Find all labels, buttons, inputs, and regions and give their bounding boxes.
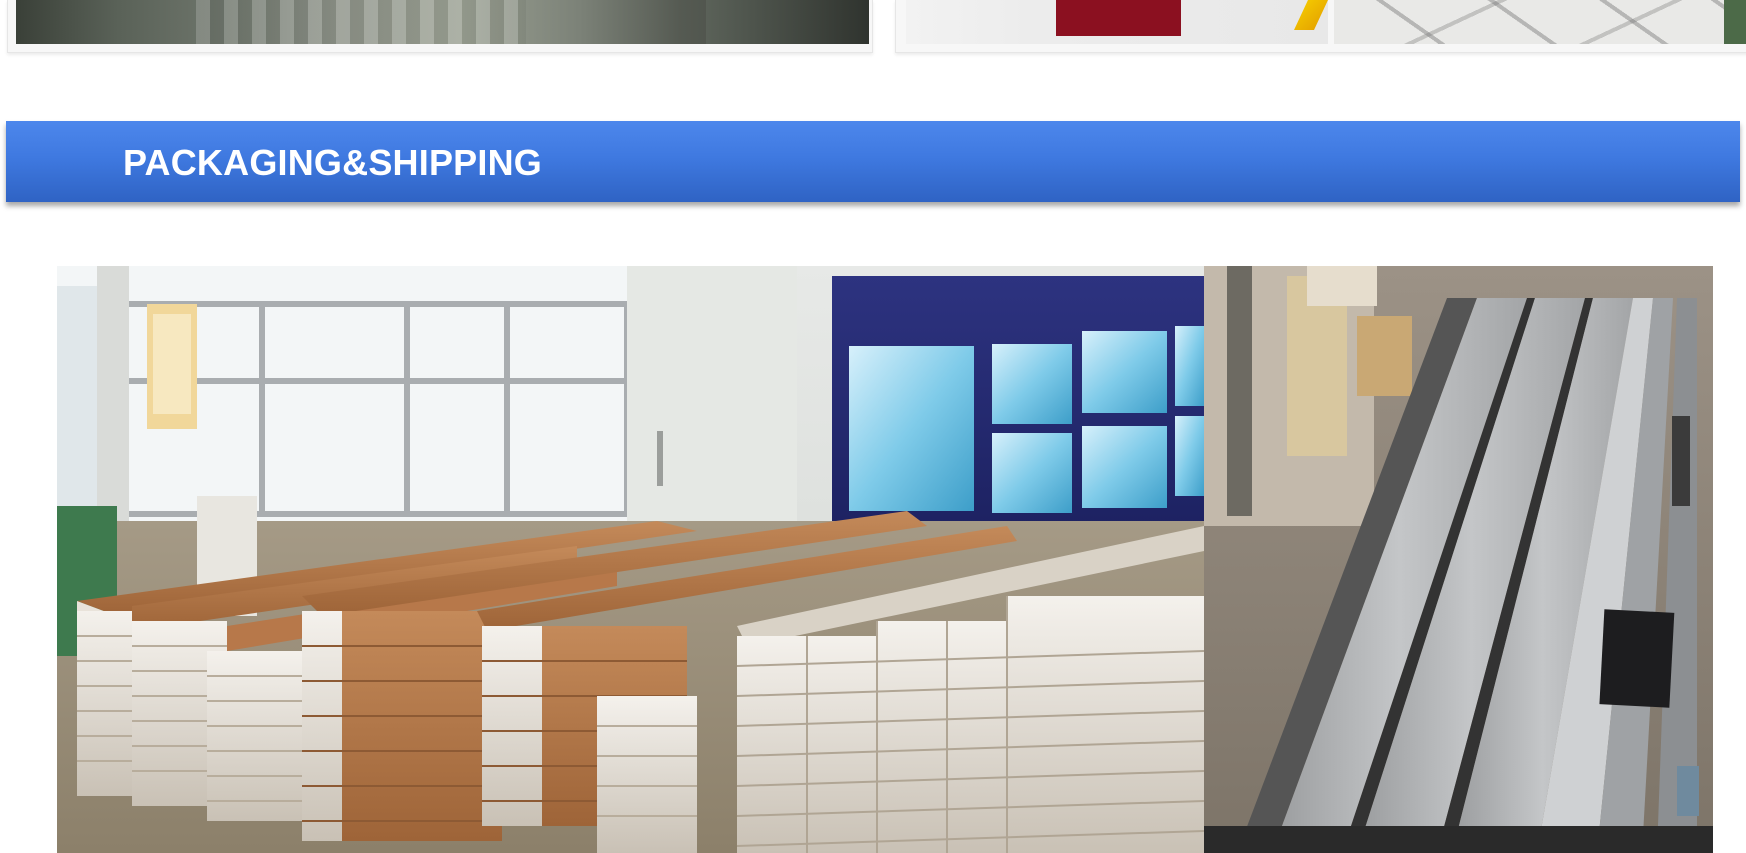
product-photo	[906, 0, 1328, 44]
section-title: PACKAGING&SHIPPING	[123, 142, 542, 183]
factory-floor-photo	[16, 0, 869, 44]
top-image-card-right	[895, 0, 1746, 53]
section-header-bar: PACKAGING&SHIPPING	[6, 121, 1740, 202]
page: PACKAGING&SHIPPING	[0, 0, 1746, 853]
tile-floor-photo	[1334, 0, 1746, 44]
top-image-card-left	[7, 0, 873, 53]
packaging-photo	[57, 266, 1713, 853]
